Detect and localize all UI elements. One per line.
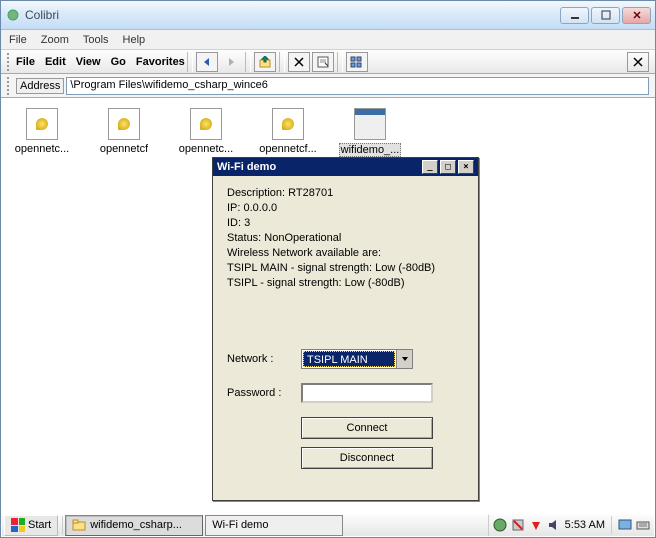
file-label: opennetc... (15, 143, 69, 155)
file-area: opennetc... opennetcf opennetc... openne… (1, 98, 655, 512)
tray-icon[interactable] (493, 518, 507, 532)
address-input[interactable]: \Program Files\wifidemo_csharp_wince6 (66, 77, 649, 95)
properties-button[interactable] (312, 52, 334, 72)
views-button[interactable] (346, 52, 368, 72)
network-label: Network : (227, 352, 297, 367)
disconnect-button[interactable]: Disconnect (301, 447, 433, 469)
password-input[interactable] (301, 383, 433, 403)
file-label: opennetcf (100, 143, 148, 155)
windows-flag-icon (11, 518, 25, 532)
menu-help[interactable]: Help (123, 34, 146, 46)
file-item[interactable]: opennetcf (93, 108, 155, 155)
file-label: wifidemo_... (339, 143, 402, 157)
start-label: Start (28, 519, 51, 531)
dll-icon (108, 108, 140, 140)
menu-zoom[interactable]: Zoom (41, 34, 69, 46)
exe-icon (354, 108, 386, 140)
forward-button[interactable] (220, 52, 242, 72)
start-button[interactable]: Start (4, 515, 58, 536)
taskbar-button-label: wifidemo_csharp... (90, 519, 182, 531)
delete-button[interactable] (288, 52, 310, 72)
window-title: Colibri (25, 8, 560, 22)
wifi-demo-window: Wi-Fi demo _ □ × Description: RT28701 IP… (212, 157, 479, 501)
menu-tools[interactable]: Tools (83, 34, 109, 46)
file-label: opennetcf... (259, 143, 317, 155)
tray-clock[interactable]: 5:53 AM (565, 519, 605, 531)
system-tray: 5:53 AM (488, 515, 654, 536)
tray-volume-icon[interactable] (547, 518, 561, 532)
host-window: Colibri File Zoom Tools Help File Edit V… (0, 0, 656, 538)
back-button[interactable] (196, 52, 218, 72)
file-item[interactable]: opennetc... (11, 108, 73, 155)
wifi-status: Status: NonOperational (227, 231, 464, 246)
titlebar: Colibri (1, 1, 655, 30)
wifi-network-2: TSIPL - signal strength: Low (-80dB) (227, 276, 464, 291)
address-bar: Address \Program Files\wifidemo_csharp_w… (1, 74, 655, 98)
up-folder-button[interactable] (254, 52, 276, 72)
taskbar-button-wifi[interactable]: Wi-Fi demo (205, 515, 343, 536)
folder-icon (72, 519, 86, 531)
dll-icon (272, 108, 304, 140)
dll-icon (26, 108, 58, 140)
address-label: Address (16, 78, 64, 94)
wifi-maximize-button[interactable]: □ (440, 160, 456, 174)
wifi-desc: Description: RT28701 (227, 186, 464, 201)
wifi-close-button[interactable]: × (458, 160, 474, 174)
wifi-body: Description: RT28701 IP: 0.0.0.0 ID: 3 S… (213, 176, 478, 479)
connect-button[interactable]: Connect (301, 417, 433, 439)
dll-icon (190, 108, 222, 140)
tmenu-favorites[interactable]: Favorites (136, 56, 185, 68)
tray-desktop-icon[interactable] (618, 518, 632, 532)
app-icon (5, 7, 21, 23)
tmenu-view[interactable]: View (76, 56, 101, 68)
emulator-menubar: File Zoom Tools Help (1, 30, 655, 50)
wifi-available-label: Wireless Network available are: (227, 246, 464, 261)
tray-wireless-icon[interactable] (529, 518, 543, 532)
tray-network-icon[interactable] (511, 518, 525, 532)
addressbar-grip (7, 77, 12, 95)
tray-keyboard-icon[interactable] (636, 518, 650, 532)
taskbar-button-explorer[interactable]: wifidemo_csharp... (65, 515, 203, 536)
network-select-value: TSIPL MAIN (303, 351, 395, 367)
password-label: Password : (227, 386, 297, 401)
maximize-button[interactable] (591, 7, 620, 24)
toolbar-grip (7, 53, 12, 71)
wifi-id: ID: 3 (227, 216, 464, 231)
minimize-button[interactable] (560, 7, 589, 24)
wifi-title-text: Wi-Fi demo (217, 161, 420, 173)
wifi-ip: IP: 0.0.0.0 (227, 201, 464, 216)
taskbar: Start wifidemo_csharp... Wi-Fi demo 5:53… (2, 513, 654, 536)
explorer-toolbar: File Edit View Go Favorites (1, 50, 655, 74)
wifi-network-1: TSIPL MAIN - signal strength: Low (-80dB… (227, 261, 464, 276)
file-label: opennetc... (179, 143, 233, 155)
tmenu-file[interactable]: File (16, 56, 35, 68)
file-item-selected[interactable]: wifidemo_... (339, 108, 401, 157)
wifi-minimize-button[interactable]: _ (422, 160, 438, 174)
file-item[interactable]: opennetc... (175, 108, 237, 155)
close-button[interactable] (622, 7, 651, 24)
chevron-down-icon[interactable] (396, 350, 412, 368)
toolbar-close-button[interactable] (627, 52, 649, 72)
taskbar-button-label: Wi-Fi demo (212, 519, 268, 531)
tmenu-go[interactable]: Go (111, 56, 126, 68)
wifi-titlebar[interactable]: Wi-Fi demo _ □ × (213, 158, 478, 176)
tmenu-edit[interactable]: Edit (45, 56, 66, 68)
file-item[interactable]: opennetcf... (257, 108, 319, 155)
menu-file[interactable]: File (9, 34, 27, 46)
network-select[interactable]: TSIPL MAIN (301, 349, 413, 369)
